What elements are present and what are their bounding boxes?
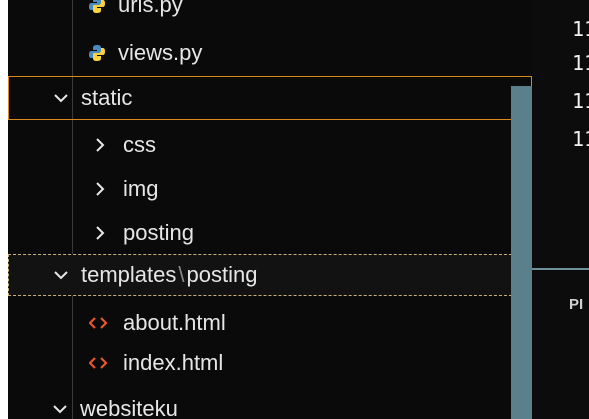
chevron-right-icon	[90, 122, 110, 167]
line-number: 11	[572, 127, 589, 151]
explorer-folder-css[interactable]: css	[8, 122, 532, 167]
explorer-folder-img[interactable]: img	[8, 166, 532, 211]
chevron-down-icon	[49, 77, 73, 119]
explorer-item-label: posting	[123, 220, 194, 245]
chevron-right-icon	[90, 166, 110, 211]
explorer-item-label: index.html	[123, 350, 224, 375]
explorer-folder-websiteku[interactable]: websiteku	[8, 386, 532, 419]
panel-divider[interactable]	[532, 268, 589, 270]
explorer-item-views-py[interactable]: views.py	[8, 30, 532, 75]
editor-pane: 11 11 11 11 PI	[532, 0, 589, 419]
line-number: 11	[572, 51, 589, 75]
explorer-item-label: static	[81, 85, 133, 110]
python-file-icon	[86, 0, 108, 27]
path-segment: templates	[81, 262, 177, 287]
screenshot-root: urls.py views.py static css img posting …	[0, 0, 589, 419]
explorer-item-label: websiteku	[80, 396, 178, 419]
window-edge	[0, 0, 8, 419]
explorer-scrollbar[interactable]	[511, 86, 532, 419]
explorer-folder-templates-posting[interactable]: templates\posting	[8, 254, 532, 296]
explorer-item-label: templates\posting	[81, 255, 257, 295]
chevron-down-icon	[49, 255, 73, 295]
explorer-item-label: views.py	[118, 40, 203, 65]
file-explorer: urls.py views.py static css img posting …	[8, 0, 532, 419]
python-file-icon	[86, 30, 108, 75]
explorer-item-label: img	[123, 176, 159, 201]
explorer-folder-posting[interactable]: posting	[8, 210, 532, 255]
explorer-item-label: urls.py	[118, 0, 183, 17]
panel-tab-label[interactable]: PI	[569, 296, 583, 313]
line-number: 11	[572, 17, 589, 41]
explorer-item-about-html[interactable]: about.html	[8, 300, 532, 345]
explorer-item-urls-py[interactable]: urls.py	[8, 0, 532, 27]
chevron-down-icon	[48, 386, 72, 419]
explorer-item-index-html[interactable]: index.html	[8, 340, 532, 385]
chevron-right-icon	[90, 210, 110, 255]
path-segment: posting	[186, 262, 258, 287]
explorer-folder-static[interactable]: static	[8, 76, 532, 120]
explorer-item-label: css	[123, 132, 156, 157]
html-file-icon	[86, 300, 110, 345]
line-number: 11	[572, 89, 589, 113]
path-separator: \	[178, 262, 185, 287]
explorer-item-label: about.html	[123, 310, 226, 335]
html-file-icon	[86, 340, 110, 385]
